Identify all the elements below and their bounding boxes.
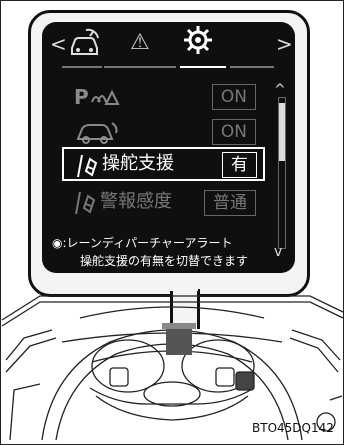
tab-underline — [62, 66, 102, 68]
instrument-display: < ⚠ > P ON ON 操舵支援 有 警報感度 普通 ^ v ◉:レーンディ… — [42, 22, 295, 273]
gear-icon[interactable] — [182, 24, 214, 60]
vehicle-value: ON — [211, 119, 256, 145]
svg-text:P: P — [74, 85, 89, 108]
next-tab-chevron[interactable]: > — [276, 32, 293, 56]
scrollbar-thumb[interactable] — [279, 103, 285, 161]
menu-item-vehicle[interactable]: ON — [42, 115, 268, 149]
parking-assist-icon: P — [74, 84, 124, 112]
alert-sensitivity-value: 普通 — [204, 190, 256, 216]
scroll-down-icon[interactable]: v — [274, 244, 282, 260]
steering-assist-value: 有 — [222, 152, 257, 178]
car-gauge-icon[interactable] — [66, 26, 102, 64]
vehicle-outline-icon — [74, 119, 124, 149]
scrollbar[interactable] — [278, 97, 286, 249]
tab-underline-active — [180, 66, 226, 68]
tab-underline — [104, 66, 176, 68]
menu-item-parking[interactable]: P ON — [42, 80, 268, 114]
callout-pointer — [170, 289, 200, 329]
tab-bar: < ⚠ > — [42, 22, 295, 70]
warning-triangle-icon[interactable]: ⚠ — [130, 30, 150, 55]
steering-assist-label: 操舵支援 — [102, 153, 174, 174]
menu-item-steering-assist[interactable]: 操舵支援 有 — [62, 147, 265, 181]
menu-item-alert-sensitivity[interactable]: 警報感度 普通 — [42, 186, 268, 220]
tab-underline — [230, 66, 274, 68]
callout-pointer-join — [160, 283, 198, 291]
lane-assist-icon — [72, 190, 98, 220]
prev-tab-chevron[interactable]: < — [50, 32, 67, 56]
alert-sensitivity-label: 警報感度 — [100, 191, 172, 212]
scroll-up-icon[interactable]: ^ — [274, 82, 286, 98]
hint-line-1: ◉:レーンディパーチャーアラート — [52, 236, 233, 250]
hint-line-2: 操舵支援の有無を切替できます — [80, 254, 249, 268]
parking-value: ON — [211, 84, 256, 110]
figure-code: BTO45DQ142 — [252, 421, 334, 435]
lane-assist-icon — [74, 153, 100, 183]
